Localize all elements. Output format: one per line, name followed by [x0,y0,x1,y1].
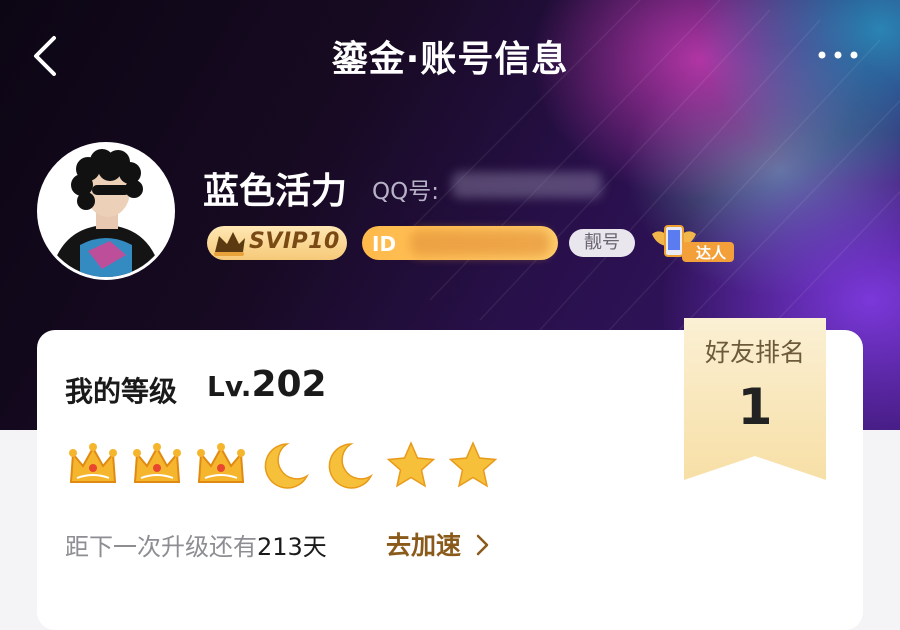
upgrade-days: 213天 [257,533,327,561]
speed-up-link[interactable]: 去加速 [386,526,490,562]
pretty-number-badge[interactable]: 靓号 [569,229,635,257]
moon-icon [264,443,309,489]
upgrade-countdown: 距下一次升级还有213天 [65,527,327,562]
level-value: Lv.202 [207,364,327,405]
svip-badge[interactable]: SVIP10 [207,226,347,260]
chevron-right-icon [476,534,488,556]
avatar[interactable] [37,142,175,280]
more-dots-icon [818,51,858,59]
page-title: 鎏金·账号信息 [331,39,569,80]
speed-up-label: 去加速 [386,531,462,560]
crown-icon [197,443,245,483]
crown-icon [133,443,181,483]
id-icon: ID [372,232,396,256]
upgrade-prefix: 距下一次升级还有 [65,533,257,561]
id-badge[interactable]: ID [362,226,558,260]
star-icon [448,441,498,488]
friend-rank-value: 1 [737,378,773,436]
more-button[interactable] [812,40,862,70]
expert-badge[interactable]: 达人 [648,220,736,264]
level-number: 202 [251,364,327,405]
avatar-portrait-icon [40,145,172,277]
friend-rank-title: 好友排名 [704,338,805,367]
star-icon [386,441,436,488]
id-number-redacted [410,230,550,256]
moon-icon [328,443,373,489]
top-bar: 鎏金·账号信息 [0,0,900,110]
username: 蓝色活力 [203,171,348,212]
qq-number-label: QQ号: [372,179,439,205]
crown-badge-icon [214,232,245,256]
my-level-label: 我的等级 [65,375,178,408]
expert-badge-label: 达人 [696,244,727,262]
svip-level-text: SVIP10 [249,229,340,254]
svg-text:ID: ID [372,232,396,256]
crown-icon [69,443,117,483]
level-prefix: Lv. [207,370,252,403]
qq-number-redacted [452,172,602,198]
